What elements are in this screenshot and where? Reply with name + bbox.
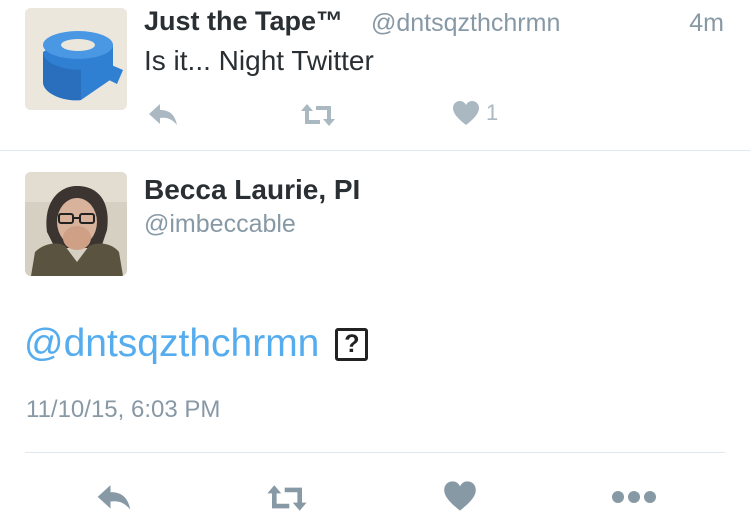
more-icon [612,491,656,503]
retweet-button[interactable] [298,98,338,132]
tweet-time: 4m [689,9,724,37]
tweet-text: Is it... Night Twitter [144,45,374,76]
reply-icon [97,485,131,510]
retweet-icon [267,485,307,511]
avatar[interactable] [25,8,127,110]
author-name[interactable]: Becca Laurie, PI [144,174,360,206]
author-handle[interactable]: @imbeccable [144,210,296,239]
previous-tweet[interactable]: Just the Tape™ @dntsqzthchrmn 4m Is it..… [0,0,750,150]
divider [0,150,750,151]
author-name[interactable]: Just the Tape™ [144,6,343,37]
mention-link[interactable]: @dntsqzthchrmn [24,322,319,366]
tweet-timestamp: 11/10/15, 6:03 PM [26,396,221,423]
like-count: 1 [486,100,499,125]
author-handle[interactable]: @dntsqzthchrmn [371,9,560,38]
reply-button[interactable] [92,478,136,518]
like-button[interactable] [440,476,480,516]
heart-icon [453,101,479,125]
retweet-icon [301,104,335,126]
more-button[interactable] [608,480,660,514]
tape-roll-image [25,8,127,110]
heart-icon [444,481,476,511]
retweet-button[interactable] [262,478,312,518]
like-button[interactable]: 1 [452,96,512,130]
unsupported-character-icon: ? [335,327,369,361]
reply-button[interactable] [146,98,180,132]
reply-icon [149,104,177,125]
avatar[interactable] [25,172,127,276]
tweet-detail-page: Just the Tape™ @dntsqzthchrmn 4m Is it..… [0,0,750,523]
divider [25,452,725,453]
profile-photo [25,172,127,276]
tweet-text: @dntsqzthchrmn ? [24,322,369,366]
